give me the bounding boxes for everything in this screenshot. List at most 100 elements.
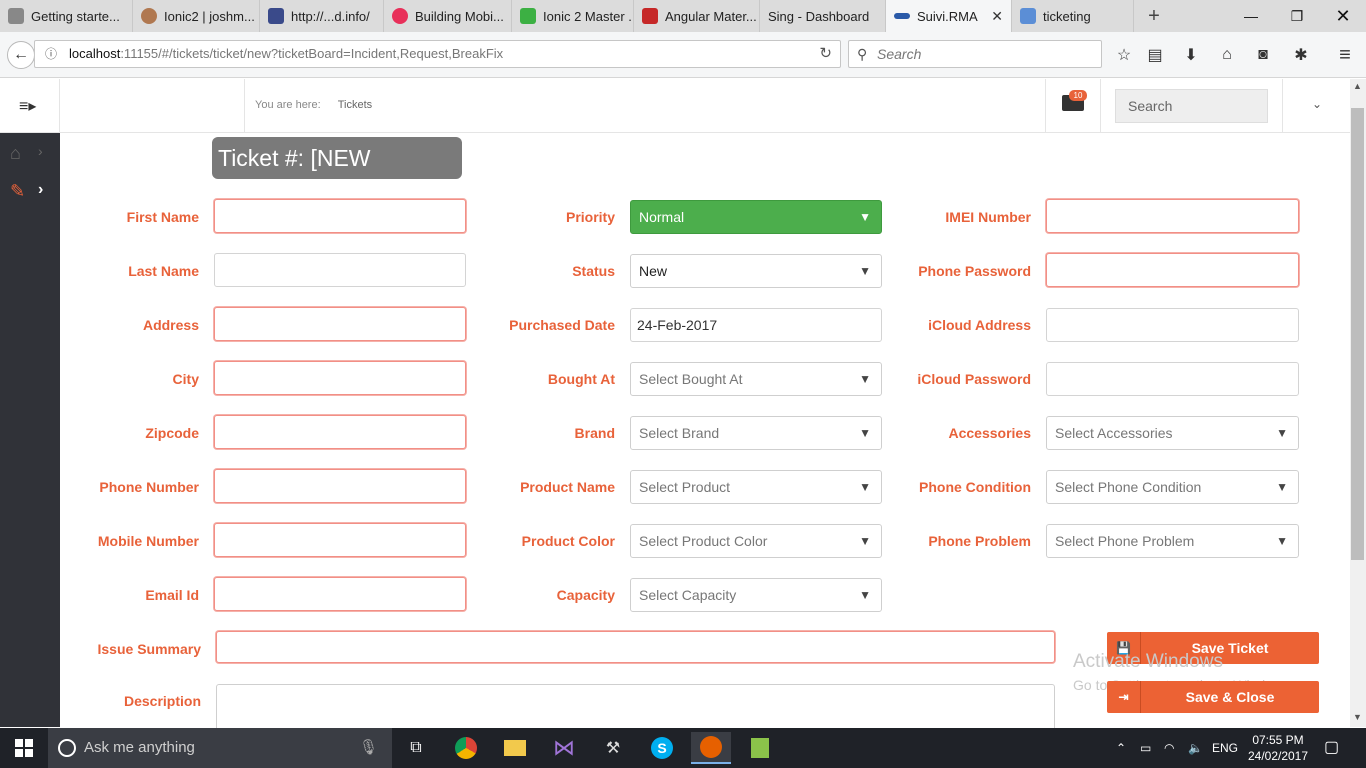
status-select[interactable]: New ▼ [630, 254, 882, 288]
chevron-down-icon: ▼ [859, 210, 871, 224]
ticket-nav-icon[interactable]: ✎ [10, 181, 25, 202]
browser-tab[interactable]: Sing - Dashboard [760, 0, 886, 32]
phone-problem-placeholder: Select Phone Problem [1055, 533, 1195, 549]
language-indicator[interactable]: ENG [1212, 728, 1238, 768]
accessories-label: Accessories [948, 425, 1031, 441]
extension-icon[interactable]: ✱ [1287, 41, 1315, 69]
accessories-placeholder: Select Accessories [1055, 425, 1173, 441]
browser-tab[interactable]: Ionic2 | joshm... [133, 0, 260, 32]
taskbar-clock[interactable]: 07:55 PM 24/02/2017 [1246, 732, 1310, 764]
skype-icon[interactable]: S [642, 732, 682, 764]
phone-password-label: Phone Password [918, 263, 1031, 279]
browser-tab[interactable]: Ionic 2 Master ... [512, 0, 634, 32]
save-close-label: Save & Close [1185, 689, 1275, 705]
issue-summary-input[interactable] [216, 631, 1055, 663]
new-tab-button[interactable]: + [1134, 0, 1174, 32]
last-name-input[interactable] [214, 253, 466, 287]
city-input[interactable] [214, 361, 466, 395]
show-hidden-icons-icon[interactable]: ⌃ [1116, 728, 1126, 768]
file-explorer-icon[interactable] [495, 732, 535, 764]
icloud-password-label: iCloud Password [917, 371, 1031, 387]
breadcrumb-item-tickets[interactable]: Tickets [338, 99, 372, 111]
chevron-right-icon[interactable]: › [38, 143, 43, 159]
browser-tab[interactable]: ticketing [1012, 0, 1134, 32]
visual-studio-icon[interactable]: ⋈ [544, 732, 584, 764]
bookmark-star-icon[interactable]: ☆ [1110, 41, 1138, 69]
clock-time: 07:55 PM [1252, 733, 1304, 747]
email-id-input[interactable] [214, 577, 466, 611]
icloud-address-input[interactable] [1046, 308, 1299, 342]
reading-list-icon[interactable]: ▤ [1141, 41, 1169, 69]
tools-icon[interactable]: ⚒ [593, 732, 633, 764]
phone-problem-select[interactable]: Select Phone Problem ▼ [1046, 524, 1299, 558]
header-divider [244, 79, 245, 133]
browser-nav-bar: ← ⓘ localhost:11155/#/tickets/ticket/new… [0, 32, 1366, 78]
browser-tab[interactable]: http://...d.info/ [260, 0, 384, 32]
product-color-select[interactable]: Select Product Color ▼ [630, 524, 882, 558]
chevron-right-icon[interactable]: › [38, 181, 43, 199]
volume-icon[interactable]: 🔈 [1188, 728, 1203, 768]
product-name-select[interactable]: Select Product ▼ [630, 470, 882, 504]
url-bar[interactable]: ⓘ localhost:11155/#/tickets/ticket/new?t… [34, 40, 841, 68]
page-favicon-icon [1020, 8, 1036, 24]
phone-condition-placeholder: Select Phone Condition [1055, 479, 1202, 495]
address-input[interactable] [214, 307, 466, 341]
chevron-down-icon: ▼ [859, 264, 871, 278]
browser-tab[interactable]: Building Mobi... [384, 0, 512, 32]
sidebar-toggle-icon[interactable]: ≡▸ [19, 96, 36, 116]
chevron-down-icon: ▼ [859, 588, 871, 602]
chevron-down-icon[interactable]: ⌄ [1312, 97, 1322, 111]
microphone-icon[interactable]: 🎙 [359, 728, 378, 768]
purchased-date-input[interactable]: 24-Feb-2017 [630, 308, 882, 342]
bought-at-select[interactable]: Select Bought At ▼ [630, 362, 882, 396]
battery-icon[interactable]: ▭ [1140, 728, 1151, 768]
notepad-icon[interactable] [740, 732, 780, 764]
app-search-input[interactable]: Search [1115, 89, 1268, 123]
minimize-icon[interactable]: — [1228, 0, 1274, 32]
first-name-input[interactable] [214, 199, 466, 233]
tab-label: Getting starte... [31, 8, 120, 24]
capacity-select[interactable]: Select Capacity ▼ [630, 578, 882, 612]
header-divider [1045, 79, 1046, 133]
tab-label: ticketing [1043, 8, 1091, 24]
back-arrow-icon[interactable]: ← [7, 41, 35, 69]
scrollbar-thumb[interactable] [1351, 108, 1364, 560]
chrome-icon[interactable] [446, 732, 486, 764]
product-name-label: Product Name [520, 479, 615, 495]
browser-search-input[interactable]: ⚲ Search [848, 40, 1102, 68]
reload-icon[interactable]: ↻ [819, 41, 832, 67]
app-search-placeholder: Search [1128, 98, 1173, 114]
scroll-down-icon[interactable]: ▼ [1353, 712, 1362, 722]
download-icon[interactable]: ⬇ [1177, 41, 1205, 69]
wifi-icon[interactable]: ◠ [1164, 728, 1174, 768]
mobile-number-input[interactable] [214, 523, 466, 557]
phone-number-input[interactable] [214, 469, 466, 503]
accessories-select[interactable]: Select Accessories ▼ [1046, 416, 1299, 450]
zipcode-input[interactable] [214, 415, 466, 449]
firefox-icon[interactable] [691, 732, 731, 764]
menu-hamburger-icon[interactable]: ≡ [1331, 41, 1359, 69]
cortana-search-box[interactable]: Ask me anything 🎙 [48, 728, 392, 768]
task-view-icon[interactable]: ⧉ [396, 732, 436, 764]
phone-password-input[interactable] [1046, 253, 1299, 287]
phone-condition-select[interactable]: Select Phone Condition ▼ [1046, 470, 1299, 504]
close-tab-icon[interactable]: ✕ [991, 8, 1003, 25]
pocket-icon[interactable]: ◙ [1249, 41, 1277, 69]
imei-number-input[interactable] [1046, 199, 1299, 233]
close-window-icon[interactable]: ✕ [1320, 0, 1366, 32]
icloud-password-input[interactable] [1046, 362, 1299, 396]
info-icon[interactable]: ⓘ [45, 41, 57, 67]
action-center-icon[interactable]: ▢ [1324, 728, 1339, 768]
brand-select[interactable]: Select Brand ▼ [630, 416, 882, 450]
scroll-up-icon[interactable]: ▲ [1353, 81, 1362, 91]
status-label: Status [572, 263, 615, 279]
maximize-icon[interactable]: ❐ [1274, 0, 1320, 32]
priority-select[interactable]: Normal ▼ [630, 200, 882, 234]
browser-tab-active[interactable]: Suivi.RMA ✕ [886, 0, 1012, 32]
browser-tab[interactable]: Getting starte... [0, 0, 133, 32]
home-nav-icon[interactable]: ⌂ [10, 143, 21, 164]
home-icon[interactable]: ⌂ [1213, 41, 1241, 69]
save-close-button[interactable]: ⇥ Save & Close [1107, 681, 1319, 713]
windows-start-icon[interactable] [15, 739, 33, 757]
browser-tab[interactable]: Angular Mater... [634, 0, 760, 32]
